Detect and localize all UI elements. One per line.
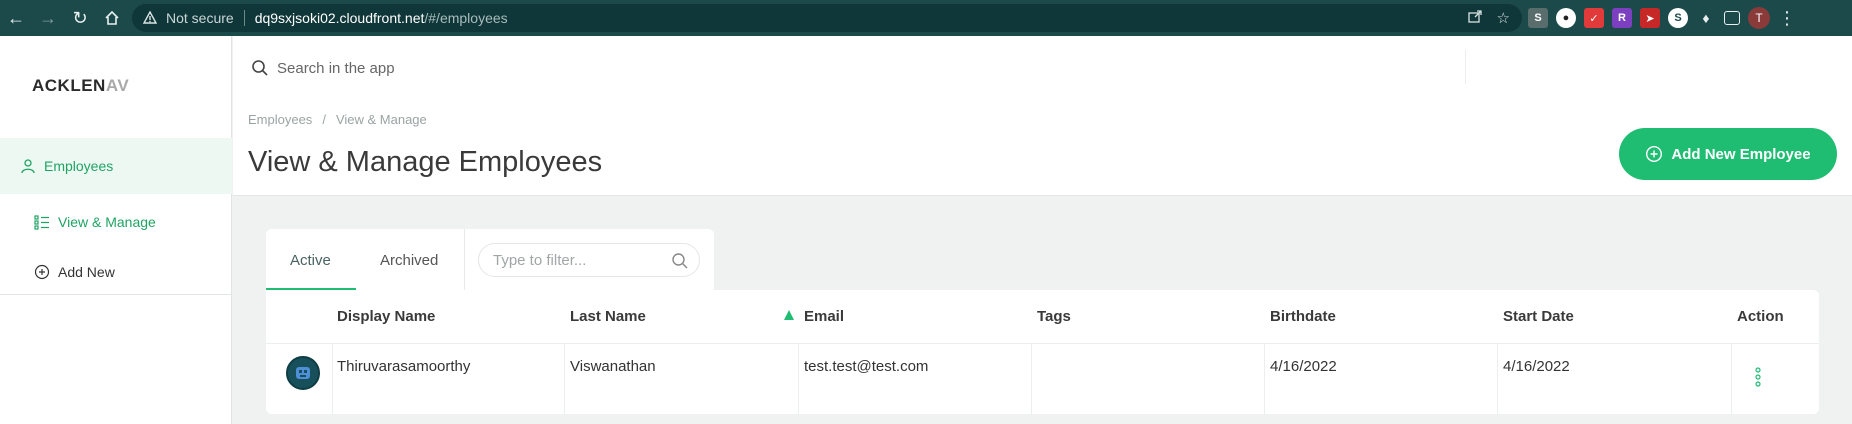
column-birthdate[interactable]: Birthdate xyxy=(1270,308,1336,325)
cell-display-name: Thiruvarasamoorthy xyxy=(337,358,471,375)
column-start-date[interactable]: Start Date xyxy=(1503,308,1574,325)
forward-icon[interactable]: → xyxy=(32,0,64,36)
search-input[interactable] xyxy=(277,59,1377,77)
column-email[interactable]: Email xyxy=(804,308,844,325)
sidebar: ACKLENAV Employees View & Manage Add New xyxy=(0,36,232,424)
column-tags[interactable]: Tags xyxy=(1037,308,1071,325)
omnibox-separator xyxy=(243,10,245,26)
more-actions-icon[interactable] xyxy=(1753,366,1763,388)
search-bar xyxy=(251,50,1481,86)
sidebar-item-label: Employees xyxy=(44,158,114,174)
column-divider xyxy=(1264,344,1265,414)
column-divider xyxy=(1497,344,1498,414)
column-display-name[interactable]: Display Name xyxy=(337,308,435,325)
page-title: View & Manage Employees xyxy=(248,146,603,178)
sidepanel-icon[interactable] xyxy=(1724,11,1740,25)
tabs-card: Active Archived xyxy=(266,229,714,291)
tabs-separator xyxy=(464,229,465,291)
page-header: Employees / View & Manage View & Manage … xyxy=(233,36,1852,196)
table-row[interactable]: Thiruvarasamoorthy Viswanathan test.test… xyxy=(266,344,1819,414)
profile-avatar[interactable]: T xyxy=(1748,7,1770,29)
breadcrumb: Employees / View & Manage xyxy=(248,112,427,127)
sidebar-item-label: Add New xyxy=(58,264,115,280)
url-host: dq9sxjsoki02.cloudfront.net xyxy=(254,10,425,26)
column-divider xyxy=(564,344,565,414)
browser-menu-icon[interactable]: ⋮ xyxy=(1778,8,1796,29)
tab-archived[interactable]: Archived xyxy=(380,229,438,291)
home-icon[interactable] xyxy=(96,0,128,36)
sort-ascending-icon[interactable] xyxy=(784,310,794,320)
warning-icon xyxy=(142,10,158,26)
column-divider xyxy=(1731,344,1732,414)
extensions-bar: S ● ✓ R ➤ S ♦ T ⋮ xyxy=(1528,6,1796,30)
not-secure-label: Not secure xyxy=(166,10,234,26)
column-divider xyxy=(798,344,799,414)
sidebar-item-label: View & Manage xyxy=(58,214,156,230)
add-new-employee-label: Add New Employee xyxy=(1671,145,1811,163)
reload-icon[interactable]: ↻ xyxy=(64,0,96,36)
column-last-name[interactable]: Last Name xyxy=(570,308,646,325)
user-icon xyxy=(20,158,36,174)
cell-last-name: Viswanathan xyxy=(570,358,656,375)
column-divider xyxy=(332,344,333,414)
sidebar-item-employees[interactable]: Employees xyxy=(0,138,232,194)
sidebar-item-view-manage[interactable]: View & Manage xyxy=(0,202,232,242)
logo: ACKLENAV xyxy=(32,76,130,95)
column-divider xyxy=(1031,344,1032,414)
puzzle-icon[interactable]: ♦ xyxy=(1696,8,1716,28)
filter-input[interactable] xyxy=(493,251,663,269)
plus-circle-icon xyxy=(34,264,50,280)
sidebar-divider xyxy=(0,294,232,295)
table-header: Display Name Last Name Email Tags Birthd… xyxy=(266,290,1819,344)
cell-email: test.test@test.com xyxy=(804,358,929,375)
skype-extension-icon[interactable]: S xyxy=(1528,8,1548,28)
breadcrumb-separator: / xyxy=(322,112,326,127)
filter-field xyxy=(478,243,700,277)
s-extension-icon[interactable]: S xyxy=(1668,8,1688,28)
avatar xyxy=(286,356,320,390)
share-icon[interactable] xyxy=(1467,8,1483,28)
cell-birthdate: 4/16/2022 xyxy=(1270,358,1337,375)
add-new-employee-button[interactable]: Add New Employee xyxy=(1619,128,1837,180)
breadcrumb-item-employees[interactable]: Employees xyxy=(248,112,312,127)
red-extension-icon[interactable]: ➤ xyxy=(1640,8,1660,28)
breadcrumb-item-view-manage: View & Manage xyxy=(335,112,427,127)
pocket-extension-icon[interactable]: ✓ xyxy=(1584,8,1604,28)
employees-table: Display Name Last Name Email Tags Birthd… xyxy=(266,290,1819,414)
url-path: /#/employees xyxy=(424,10,508,26)
column-action: Action xyxy=(1737,308,1784,325)
search-icon xyxy=(252,60,268,76)
list-icon xyxy=(34,214,50,230)
cell-start-date: 4/16/2022 xyxy=(1503,358,1570,375)
star-icon[interactable]: ☆ xyxy=(1497,9,1510,27)
back-icon[interactable]: ← xyxy=(0,0,32,36)
sidebar-item-add-new[interactable]: Add New xyxy=(0,252,232,292)
r-extension-icon[interactable]: R xyxy=(1612,8,1632,28)
address-bar[interactable]: Not secure dq9sxjsoki02.cloudfront.net /… xyxy=(132,4,1522,32)
browser-toolbar: ← → ↻ Not secure dq9sxjsoki02.cloudfront… xyxy=(0,0,1852,36)
circle-extension-icon[interactable]: ● xyxy=(1556,8,1576,28)
plus-circle-icon xyxy=(1646,145,1663,163)
tab-active[interactable]: Active xyxy=(290,229,331,291)
search-divider xyxy=(1465,50,1466,84)
search-icon xyxy=(672,253,688,269)
